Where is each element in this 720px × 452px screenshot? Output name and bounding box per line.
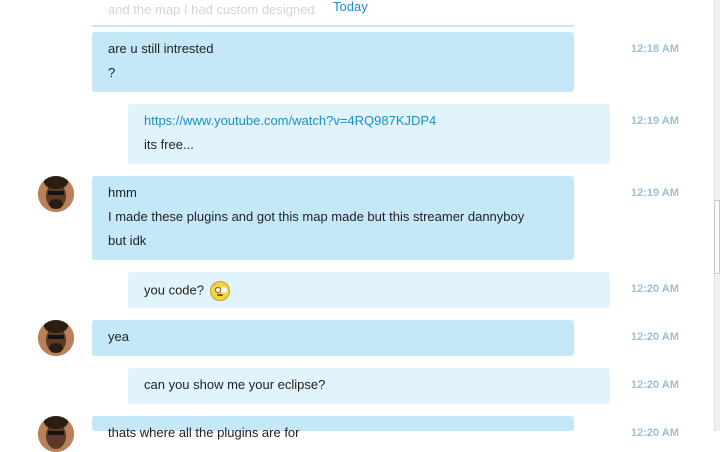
message-timestamp: 12:19 AM [631,187,679,199]
message-text: and the map I had custom designed [108,2,315,17]
avatar[interactable] [38,416,74,452]
message-bubble[interactable]: you code? [128,272,610,308]
avatar[interactable] [38,176,74,212]
message-timestamp: 12:19 AM [631,115,679,127]
message-text: yea [108,329,129,344]
message-timestamp: 12:20 AM [631,379,679,391]
message-bubble[interactable]: are u still intrested ? [92,32,574,92]
message-text: but idk [108,233,147,248]
confused-smile-icon [209,281,230,301]
message-timestamp: 12:20 AM [631,427,679,439]
message-bubble[interactable]: can you show me your eclipse? [128,368,610,404]
message-timestamp: 12:20 AM [631,331,679,343]
user-photo-icon [38,416,74,452]
user-photo-icon [38,176,74,212]
message-timestamp: 12:20 AM [631,283,679,295]
message-text: can you show me your eclipse? [144,377,326,392]
message-text-row: you code? [144,281,230,301]
message-text: ? [108,65,116,80]
message-bubble[interactable]: hmm I made these plugins and got this ma… [92,176,574,260]
scrollbar-thumb[interactable] [714,200,720,274]
message-text: you code? [144,282,204,298]
avatar[interactable] [38,320,74,356]
message-text: I made these plugins and got this map ma… [108,209,525,224]
chat-conversation: and the map I had custom designed Today … [0,0,714,452]
message-bubble[interactable]: yea [92,320,574,356]
user-photo-icon [38,320,74,356]
message-bubble[interactable]: thats where all the plugins are for [92,416,574,440]
message-text: thats where all the plugins are for [108,425,300,440]
date-divider: Today [333,0,368,14]
message-text: its free... [144,137,194,152]
message-text: hmm [108,185,137,200]
message-text: are u still intrested [108,41,214,56]
message-timestamp: 12:18 AM [631,43,679,55]
message-bubble[interactable]: https://www.youtube.com/watch?v=4RQ987KJ… [128,104,610,164]
message-link[interactable]: https://www.youtube.com/watch?v=4RQ987KJ… [144,113,436,129]
